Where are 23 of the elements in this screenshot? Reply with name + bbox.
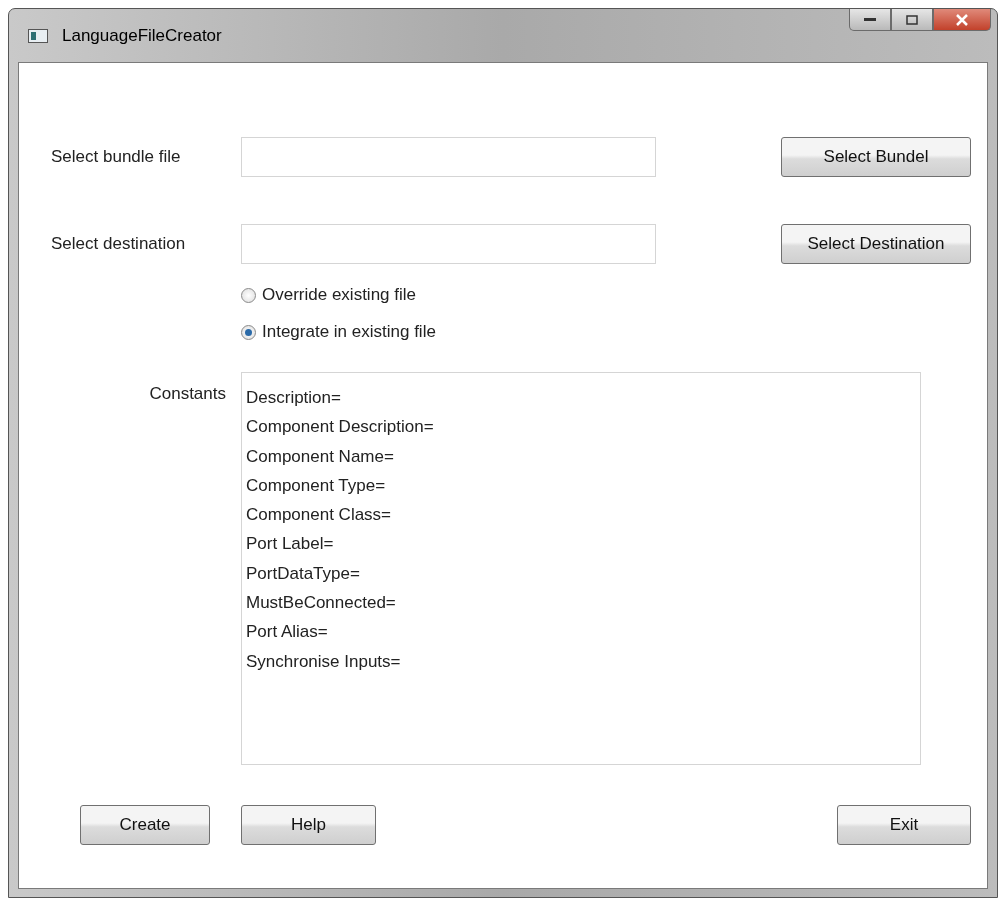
input-field[interactable] xyxy=(241,137,656,177)
app-icon xyxy=(28,28,48,43)
radio-button[interactable] xyxy=(241,287,256,303)
maximize-icon xyxy=(906,14,918,25)
minimize-button[interactable] xyxy=(849,9,891,31)
field-label: Select destination xyxy=(51,234,187,254)
radio-button[interactable] xyxy=(241,324,256,340)
action-button[interactable]: Create xyxy=(80,805,210,845)
radio-label: Integrate in existing file xyxy=(262,322,436,342)
window-title: LanguageFileCreator xyxy=(62,25,222,46)
constants-field[interactable]: Description= Component Description= Component Name= Component Type= Component Class= Port Label= PortDataType= MustBeConnected= Port Alias= Synchronise Inputs= xyxy=(241,372,921,765)
close-button[interactable] xyxy=(933,9,991,31)
input-field[interactable] xyxy=(241,224,656,264)
action-button[interactable]: Help xyxy=(241,805,376,845)
action-button[interactable]: Exit xyxy=(837,805,971,845)
minimize-icon xyxy=(864,17,876,22)
constants-label: Constants xyxy=(148,383,227,405)
radio-label: Override existing file xyxy=(262,285,416,305)
close-icon xyxy=(955,13,969,26)
maximize-button[interactable] xyxy=(891,9,933,31)
field-label: Select bundle file xyxy=(51,147,182,167)
select-button[interactable]: Select Destination xyxy=(781,224,971,264)
select-button[interactable]: Select Bundel xyxy=(781,137,971,177)
